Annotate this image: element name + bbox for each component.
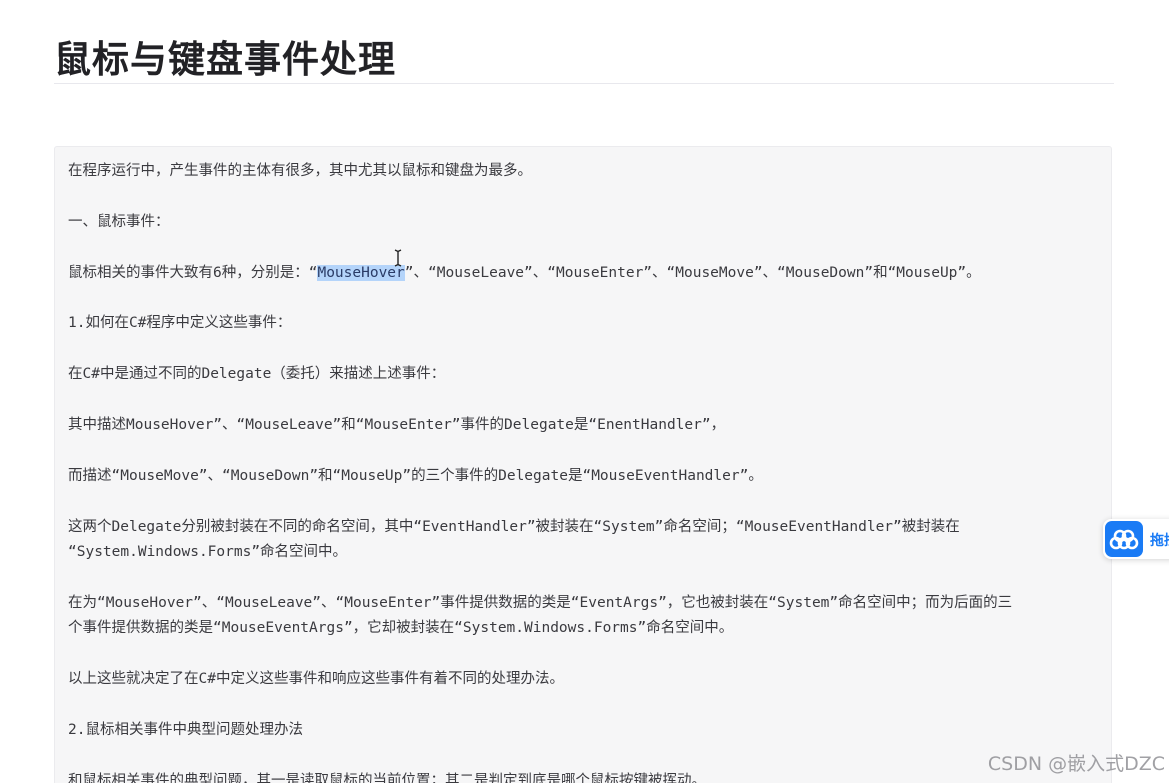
- float-tab-label: 拖拽: [1150, 533, 1169, 549]
- paragraph-eventhandler: 其中描述MouseHover”、“MouseLeave”和“MouseEnter…: [68, 416, 726, 433]
- page-title: 鼠标与键盘事件处理: [54, 38, 396, 81]
- paragraph-eventargs-line2: 个事件提供数据的类是“MouseEventArgs”，它却被封装在“System…: [68, 620, 734, 637]
- article-content-block[interactable]: 在程序运行中，产生事件的主体有很多，其中尤其以鼠标和键盘为最多。 一、鼠标事件：…: [54, 146, 1112, 783]
- paragraph-conclusion: 以上这些就决定了在C#中定义这些事件和响应这些事件有着不同的处理办法。: [68, 670, 564, 687]
- paragraph-eventargs-line1: 在为“MouseHover”、“MouseLeave”、“MouseEnter”…: [68, 594, 1013, 611]
- event-list-suffix: ”、“MouseLeave”、“MouseEnter”、“MouseMove”、…: [404, 264, 981, 281]
- heading-typical-problems: 2.鼠标相关事件中典型问题处理办法: [68, 721, 303, 738]
- paragraph-namespaces-line1: 这两个Delegate分别被封装在不同的命名空间，其中“EventHandler…: [68, 518, 960, 535]
- heading-define-events: 1.如何在C#程序中定义这些事件：: [68, 315, 292, 332]
- paragraph-intro: 在程序运行中，产生事件的主体有很多，其中尤其以鼠标和键盘为最多。: [68, 163, 532, 179]
- paragraph-delegate-intro: 在C#中是通过不同的Delegate（委托）来描述上述事件：: [68, 366, 446, 383]
- paragraph-mouseeventhandler: 而描述“MouseMove”、“MouseDown”和“MouseUp”的三个事…: [68, 467, 763, 484]
- heading-mouse-events: 一、鼠标事件：: [68, 213, 170, 230]
- page: 鼠标与键盘事件处理 在程序运行中，产生事件的主体有很多，其中尤其以鼠标和键盘为最…: [0, 0, 1169, 783]
- paragraph-typical-problems: 和鼠标相关事件的典型问题，其一是读取鼠标的当前位置；其二是判定到底是哪个鼠标按键…: [68, 772, 706, 783]
- event-list-prefix: 鼠标相关的事件大致有6种，分别是：“: [68, 264, 318, 281]
- paragraph-namespaces-line2: “System.Windows.Forms”命名空间中。: [68, 543, 348, 560]
- float-drag-tab[interactable]: 拖拽: [1103, 519, 1169, 559]
- cloud-icon: [1105, 521, 1143, 557]
- paragraph-event-list: 鼠标相关的事件大致有6种，分别是：“MouseHover”、“MouseLeav…: [68, 261, 1098, 286]
- watermark: CSDN @嵌入式DZC: [987, 753, 1165, 775]
- text-cursor-icon: [394, 249, 402, 267]
- title-divider: [54, 83, 1114, 84]
